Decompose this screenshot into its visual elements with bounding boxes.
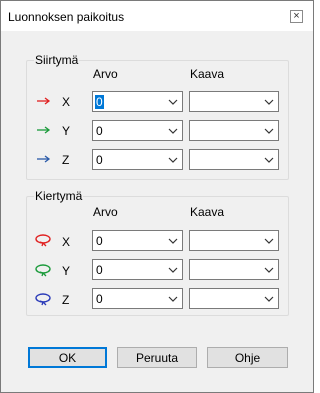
chevron-down-icon <box>264 157 274 163</box>
y-translation-arrow-icon <box>37 126 51 134</box>
translation-group-label: Siirtymä <box>34 53 80 67</box>
x-rotation-formula-combo[interactable] <box>189 230 279 251</box>
z-translation-value: 0 <box>96 153 103 167</box>
rotation-value-header: Arvo <box>93 205 118 219</box>
chevron-down-icon <box>168 238 178 244</box>
chevron-down-icon <box>168 99 178 105</box>
chevron-down-icon <box>168 157 178 163</box>
rotation-formula-header: Kaava <box>190 205 225 219</box>
chevron-down-icon <box>168 296 178 302</box>
z-translation-arrow-icon <box>37 155 51 163</box>
close-button[interactable]: × <box>290 10 303 23</box>
y-rotation-formula-combo[interactable] <box>189 259 279 280</box>
dialog-window: Luonnoksen paikoitus × Siirtymä Arvo Kaa… <box>0 0 314 393</box>
y-rotation-label: Y <box>62 264 71 278</box>
x-rotation-label: X <box>62 235 71 249</box>
y-translation-value-combo[interactable]: 0 <box>92 120 183 141</box>
x-rotation-value: 0 <box>96 234 103 248</box>
y-rotation-value: 0 <box>96 263 103 277</box>
y-translation-formula-combo[interactable] <box>189 120 279 141</box>
z-rotation-formula-combo[interactable] <box>189 288 279 309</box>
dialog-title: Luonnoksen paikoitus <box>8 10 125 24</box>
translation-formula-header: Kaava <box>190 67 225 81</box>
translation-value-header: Arvo <box>93 67 118 81</box>
rotation-group-label: Kiertymä <box>34 189 84 203</box>
z-rotation-icon <box>35 293 51 306</box>
cancel-button[interactable]: Peruuta <box>117 347 197 368</box>
z-translation-label: Z <box>62 153 70 167</box>
chevron-down-icon <box>264 296 274 302</box>
chevron-down-icon <box>168 267 178 273</box>
chevron-down-icon <box>264 238 274 244</box>
x-translation-arrow-icon <box>37 97 51 105</box>
close-icon: × <box>293 10 300 22</box>
z-rotation-value-combo[interactable]: 0 <box>92 288 183 309</box>
x-rotation-value-combo[interactable]: 0 <box>92 230 183 251</box>
y-translation-value: 0 <box>96 124 103 138</box>
y-rotation-icon <box>35 264 51 277</box>
y-rotation-value-combo[interactable]: 0 <box>92 259 183 280</box>
y-translation-label: Y <box>62 124 71 138</box>
ok-button[interactable]: OK <box>28 347 107 368</box>
x-translation-value-combo[interactable]: 0 <box>92 91 183 112</box>
z-rotation-value: 0 <box>96 292 103 306</box>
x-translation-formula-combo[interactable] <box>189 91 279 112</box>
title-bar: Luonnoksen paikoitus × <box>1 1 313 31</box>
x-rotation-icon <box>35 234 51 247</box>
z-translation-value-combo[interactable]: 0 <box>92 149 183 170</box>
x-translation-label: X <box>62 95 71 109</box>
chevron-down-icon <box>168 128 178 134</box>
chevron-down-icon <box>264 99 274 105</box>
chevron-down-icon <box>264 267 274 273</box>
z-rotation-label: Z <box>62 293 70 307</box>
chevron-down-icon <box>264 128 274 134</box>
z-translation-formula-combo[interactable] <box>189 149 279 170</box>
x-translation-value: 0 <box>95 95 104 109</box>
help-button[interactable]: Ohje <box>207 347 288 368</box>
